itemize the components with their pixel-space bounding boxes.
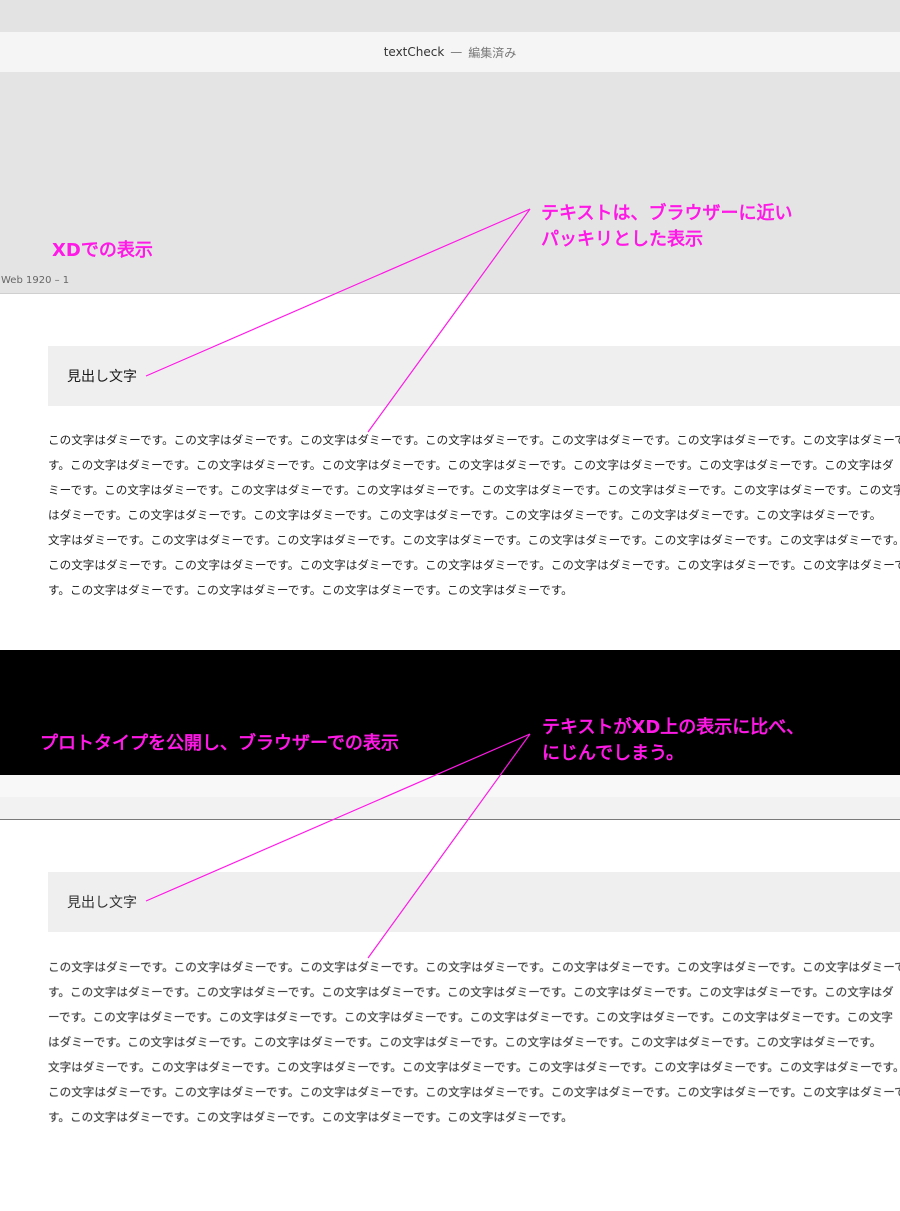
- artboard-label[interactable]: Web 1920 – 1: [1, 275, 69, 286]
- browser-heading-text: 見出し文字: [67, 895, 137, 911]
- browser-body-line: ーです。この文字はダミーです。この文字はダミーです。この文字はダミーです。この文…: [48, 1010, 893, 1024]
- browser-heading-box: 見出し文字: [48, 872, 900, 932]
- xd-body-line: この文字はダミーです。この文字はダミーです。この文字はダミーです。この文字はダミ…: [48, 433, 900, 447]
- xd-body-line: す。この文字はダミーです。この文字はダミーです。この文字はダミーです。この文字は…: [48, 583, 573, 597]
- xd-body-line: ミーです。この文字はダミーです。この文字はダミーです。この文字はダミーです。この…: [48, 483, 900, 497]
- xd-body-text: この文字はダミーです。この文字はダミーです。この文字はダミーです。この文字はダミ…: [48, 428, 900, 603]
- browser-body-line: す。この文字はダミーです。この文字はダミーです。この文字はダミーです。この文字は…: [48, 1110, 573, 1124]
- document-title: textCheck: [383, 45, 445, 59]
- xd-body-line: す。この文字はダミーです。この文字はダミーです。この文字はダミーです。この文字は…: [48, 458, 894, 472]
- browser-body-line: この文字はダミーです。この文字はダミーです。この文字はダミーです。この文字はダミ…: [48, 1085, 900, 1099]
- xd-heading-text: 見出し文字: [67, 369, 137, 385]
- window-top-bar: [0, 0, 900, 32]
- browser-view-label: プロトタイプを公開し、ブラウザーでの表示: [40, 733, 399, 754]
- document-status: 編集済み: [468, 45, 517, 60]
- browser-view-note: テキストがXD上の表示に比べ、 にじんでしまう。: [542, 717, 805, 764]
- browser-body-line: この文字はダミーです。この文字はダミーです。この文字はダミーです。この文字はダミ…: [48, 960, 900, 974]
- xd-body-line: この文字はダミーです。この文字はダミーです。この文字はダミーです。この文字はダミ…: [48, 558, 900, 572]
- window-title-bar: textCheck — 編集済み: [0, 32, 900, 72]
- browser-toolbar-strip: [0, 775, 900, 820]
- browser-body-line: す。この文字はダミーです。この文字はダミーです。この文字はダミーです。この文字は…: [48, 985, 894, 999]
- xd-body-line: はダミーです。この文字はダミーです。この文字はダミーです。この文字はダミーです。…: [48, 508, 882, 522]
- xd-view-note: テキストは、ブラウザーに近い パッキリとした表示: [541, 203, 793, 250]
- browser-body-line: はダミーです。この文字はダミーです。この文字はダミーです。この文字はダミーです。…: [48, 1035, 882, 1049]
- browser-body-text: この文字はダミーです。この文字はダミーです。この文字はダミーです。この文字はダミ…: [48, 955, 900, 1130]
- xd-body-line: 文字はダミーです。この文字はダミーです。この文字はダミーです。この文字はダミーで…: [48, 533, 900, 547]
- title-separator: —: [450, 45, 463, 59]
- browser-body-line: 文字はダミーです。この文字はダミーです。この文字はダミーです。この文字はダミーで…: [48, 1060, 900, 1074]
- xd-heading-box: 見出し文字: [48, 346, 900, 406]
- xd-view-label: XDでの表示: [52, 240, 153, 261]
